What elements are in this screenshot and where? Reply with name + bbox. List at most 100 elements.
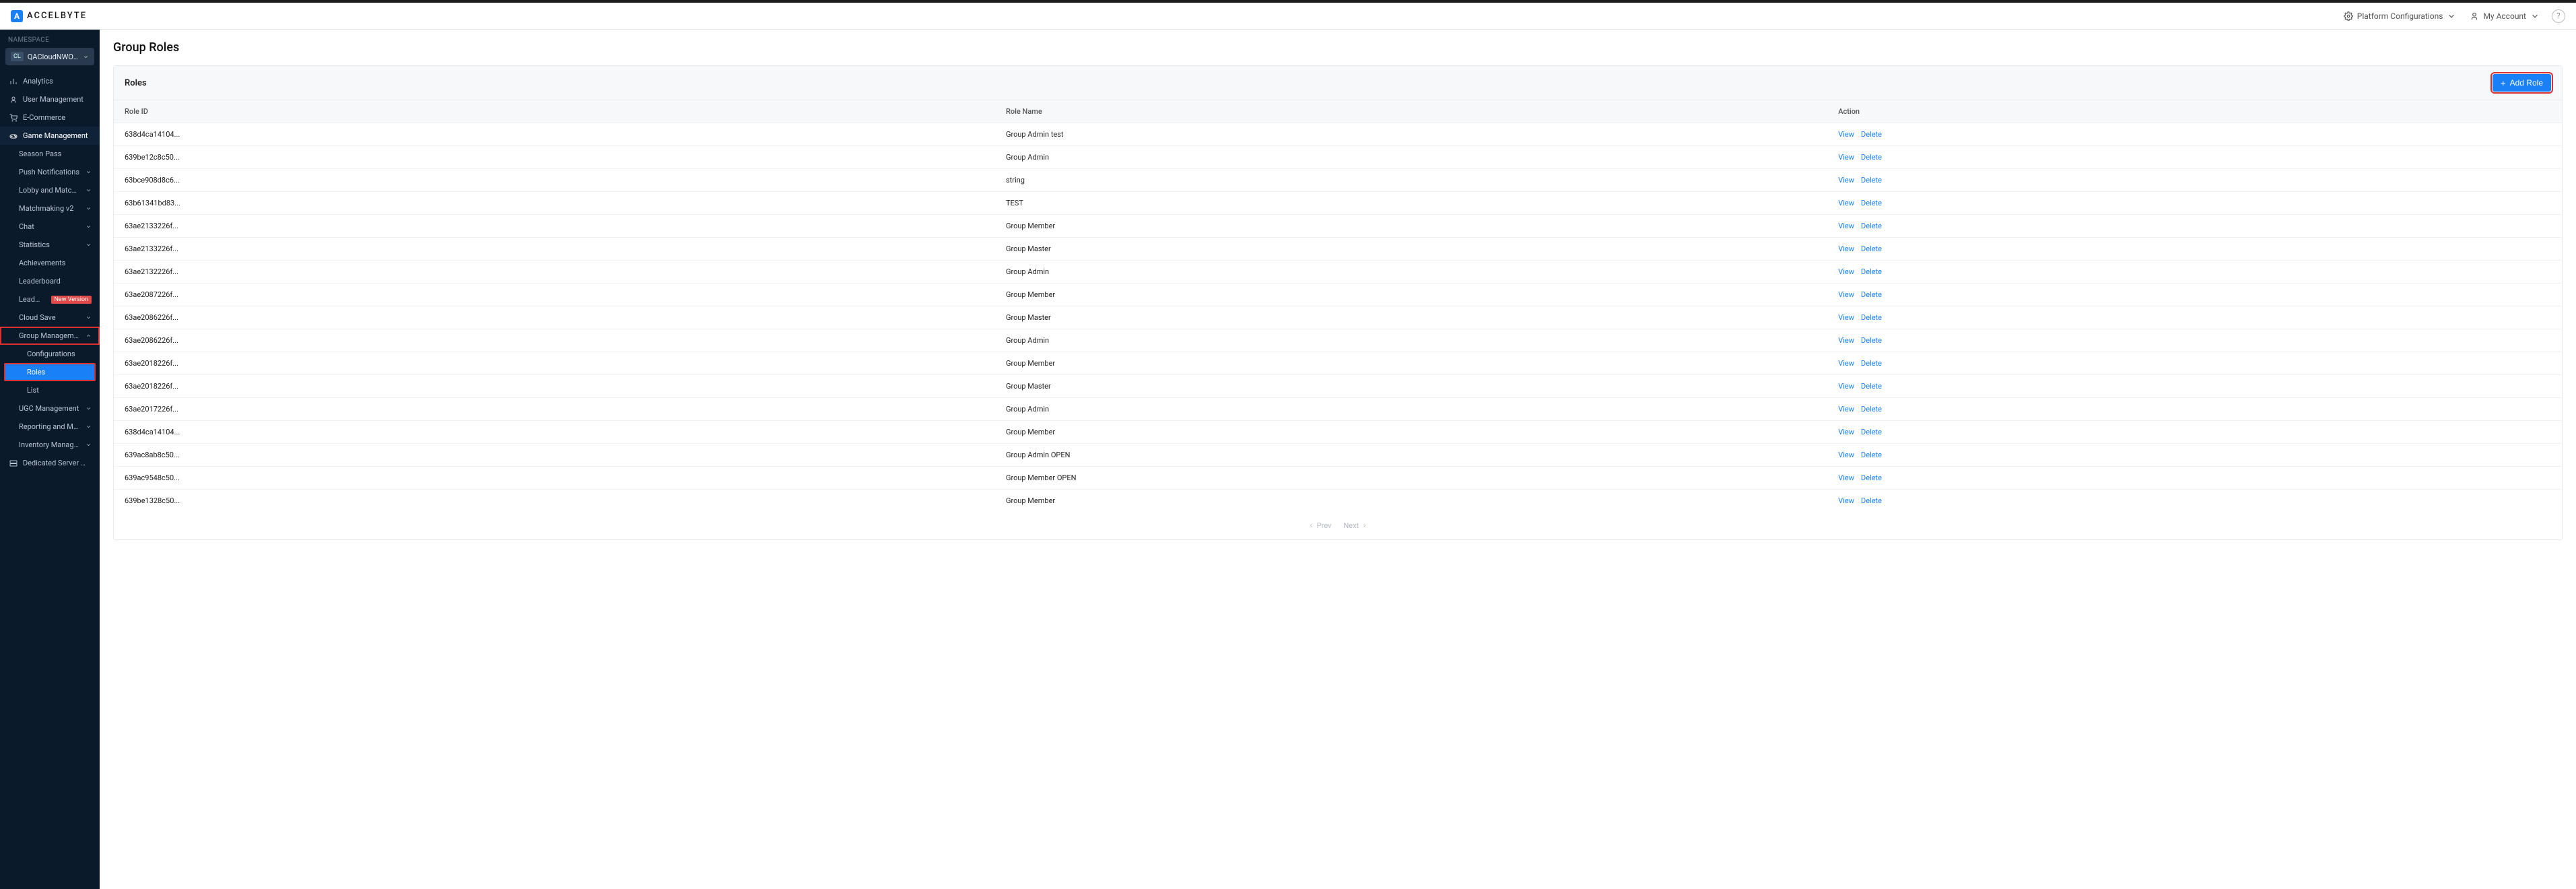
view-link[interactable]: View xyxy=(1838,405,1854,414)
view-link[interactable]: View xyxy=(1838,290,1854,299)
brand-name: ACCELBYTE xyxy=(27,11,87,21)
cell-role-id: 63bce908d8c6... xyxy=(114,169,995,192)
sidebar-item-game-management[interactable]: Game Management xyxy=(0,127,100,145)
delete-link[interactable]: Delete xyxy=(1861,176,1882,185)
sidebar-item-leaderboard[interactable]: Leaderboard xyxy=(0,272,100,290)
delete-link[interactable]: Delete xyxy=(1861,336,1882,345)
sidebar-item-label: Season Pass xyxy=(19,150,92,158)
sidebar-item-chat[interactable]: Chat xyxy=(0,218,100,236)
sidebar-item-label: Group Management xyxy=(19,331,80,340)
view-link[interactable]: View xyxy=(1838,359,1854,368)
sidebar-item-matchmaking-v2[interactable]: Matchmaking v2 xyxy=(0,199,100,218)
chevron-down-icon xyxy=(83,54,89,60)
table-row: 63bce908d8c6...stringViewDelete xyxy=(114,169,2562,192)
delete-link[interactable]: Delete xyxy=(1861,267,1882,276)
sidebar-item-configurations[interactable]: Configurations xyxy=(0,345,100,363)
pager-next[interactable]: Next xyxy=(1343,521,1367,530)
cell-role-name: Group Admin test xyxy=(995,123,1827,146)
sidebar-item-inventory-management[interactable]: Inventory Management xyxy=(0,436,100,454)
delete-link[interactable]: Delete xyxy=(1861,473,1882,482)
sidebar-item-roles[interactable]: Roles xyxy=(4,363,96,381)
sidebar-item-cloud-save[interactable]: Cloud Save xyxy=(0,308,100,327)
cell-actions: View Delete xyxy=(1827,261,2562,284)
cell-role-id: 638d4ca14104... xyxy=(114,123,995,146)
add-role-label: Add Role xyxy=(2510,78,2543,88)
cell-role-id: 63ae2133226f... xyxy=(114,215,995,238)
delete-link[interactable]: Delete xyxy=(1861,496,1882,505)
view-link[interactable]: View xyxy=(1838,153,1854,162)
sidebar-item-analytics[interactable]: Analytics xyxy=(0,72,100,90)
cell-role-name: Group Admin OPEN xyxy=(995,444,1827,467)
cell-role-name: Group Admin xyxy=(995,261,1827,284)
delete-link[interactable]: Delete xyxy=(1861,222,1882,230)
pagination: Prev Next xyxy=(114,512,2562,539)
sidebar-item-ugc-management[interactable]: UGC Management xyxy=(0,399,100,418)
sidebar-item-achievements[interactable]: Achievements xyxy=(0,254,100,272)
view-link[interactable]: View xyxy=(1838,336,1854,345)
sidebar-item-push-notifications[interactable]: Push Notifications xyxy=(0,163,100,181)
namespace-selector[interactable]: CL QACloudNWOToni2 xyxy=(5,48,94,65)
sidebar-item-label: Achievements xyxy=(19,259,92,267)
view-link[interactable]: View xyxy=(1838,496,1854,505)
view-link[interactable]: View xyxy=(1838,473,1854,482)
delete-link[interactable]: Delete xyxy=(1861,199,1882,207)
sidebar-item-label: Roles xyxy=(27,368,88,376)
view-link[interactable]: View xyxy=(1838,176,1854,185)
view-link[interactable]: View xyxy=(1838,267,1854,276)
sidebar-item-statistics[interactable]: Statistics xyxy=(0,236,100,254)
table-row: 63ae2017226f...Group AdminViewDelete xyxy=(114,398,2562,421)
view-link[interactable]: View xyxy=(1838,382,1854,391)
plus-icon: + xyxy=(2501,79,2506,88)
sidebar-item-ecommerce[interactable]: E-Commerce xyxy=(0,108,100,127)
sidebar-item-label: Leaderboard xyxy=(19,277,92,286)
view-link[interactable]: View xyxy=(1838,244,1854,253)
delete-link[interactable]: Delete xyxy=(1861,130,1882,139)
delete-link[interactable]: Delete xyxy=(1861,153,1882,162)
sidebar-item-reporting-moderation[interactable]: Reporting and Moderation xyxy=(0,418,100,436)
delete-link[interactable]: Delete xyxy=(1861,405,1882,414)
sidebar-item-group-management[interactable]: Group Management xyxy=(0,327,100,345)
sidebar-item-user-management[interactable]: User Management xyxy=(0,90,100,108)
delete-link[interactable]: Delete xyxy=(1861,359,1882,368)
cell-actions: View Delete xyxy=(1827,398,2562,421)
sidebar-item-leaderboard-new[interactable]: Leaderboard New Version xyxy=(0,290,100,308)
sidebar-item-dedicated-server[interactable]: Dedicated Server Management xyxy=(0,454,100,472)
brand-logo[interactable]: A ACCELBYTE xyxy=(11,10,87,22)
sidebar-item-label: Push Notifications xyxy=(19,168,80,176)
delete-link[interactable]: Delete xyxy=(1861,313,1882,322)
add-role-button[interactable]: + Add Role xyxy=(2493,74,2551,92)
cell-role-name: Group Member xyxy=(995,215,1827,238)
platform-configurations-menu[interactable]: Platform Configurations xyxy=(2337,11,2464,21)
cell-actions: View Delete xyxy=(1827,123,2562,146)
roles-table: Role ID Role Name Action 638d4ca14104...… xyxy=(114,100,2562,512)
chevron-down-icon xyxy=(86,224,92,230)
sidebar-item-label: Chat xyxy=(19,222,80,231)
help-button[interactable]: ? xyxy=(2552,9,2565,23)
sidebar-item-lobby-matchmaking[interactable]: Lobby and Matchmaking xyxy=(0,181,100,199)
my-account-menu[interactable]: My Account xyxy=(2463,11,2546,21)
delete-link[interactable]: Delete xyxy=(1861,382,1882,391)
view-link[interactable]: View xyxy=(1838,130,1854,139)
cell-actions: View Delete xyxy=(1827,490,2562,513)
table-row: 63ae2132226f...Group AdminViewDelete xyxy=(114,261,2562,284)
chevron-down-icon xyxy=(2530,11,2540,21)
view-link[interactable]: View xyxy=(1838,222,1854,230)
pager-prev[interactable]: Prev xyxy=(1308,521,1332,530)
view-link[interactable]: View xyxy=(1838,428,1854,436)
cell-role-id: 638d4ca14104... xyxy=(114,421,995,444)
sidebar-item-list[interactable]: List xyxy=(0,381,100,399)
cell-actions: View Delete xyxy=(1827,375,2562,398)
delete-link[interactable]: Delete xyxy=(1861,451,1882,459)
view-link[interactable]: View xyxy=(1838,199,1854,207)
view-link[interactable]: View xyxy=(1838,313,1854,322)
cell-role-name: Group Member xyxy=(995,284,1827,306)
gear-icon xyxy=(2344,11,2353,21)
view-link[interactable]: View xyxy=(1838,451,1854,459)
column-header-action: Action xyxy=(1827,100,2562,123)
delete-link[interactable]: Delete xyxy=(1861,290,1882,299)
sidebar-item-season-pass[interactable]: Season Pass xyxy=(0,145,100,163)
cell-role-id: 63ae2018226f... xyxy=(114,375,995,398)
delete-link[interactable]: Delete xyxy=(1861,244,1882,253)
cell-role-id: 639be12c8c50... xyxy=(114,146,995,169)
delete-link[interactable]: Delete xyxy=(1861,428,1882,436)
